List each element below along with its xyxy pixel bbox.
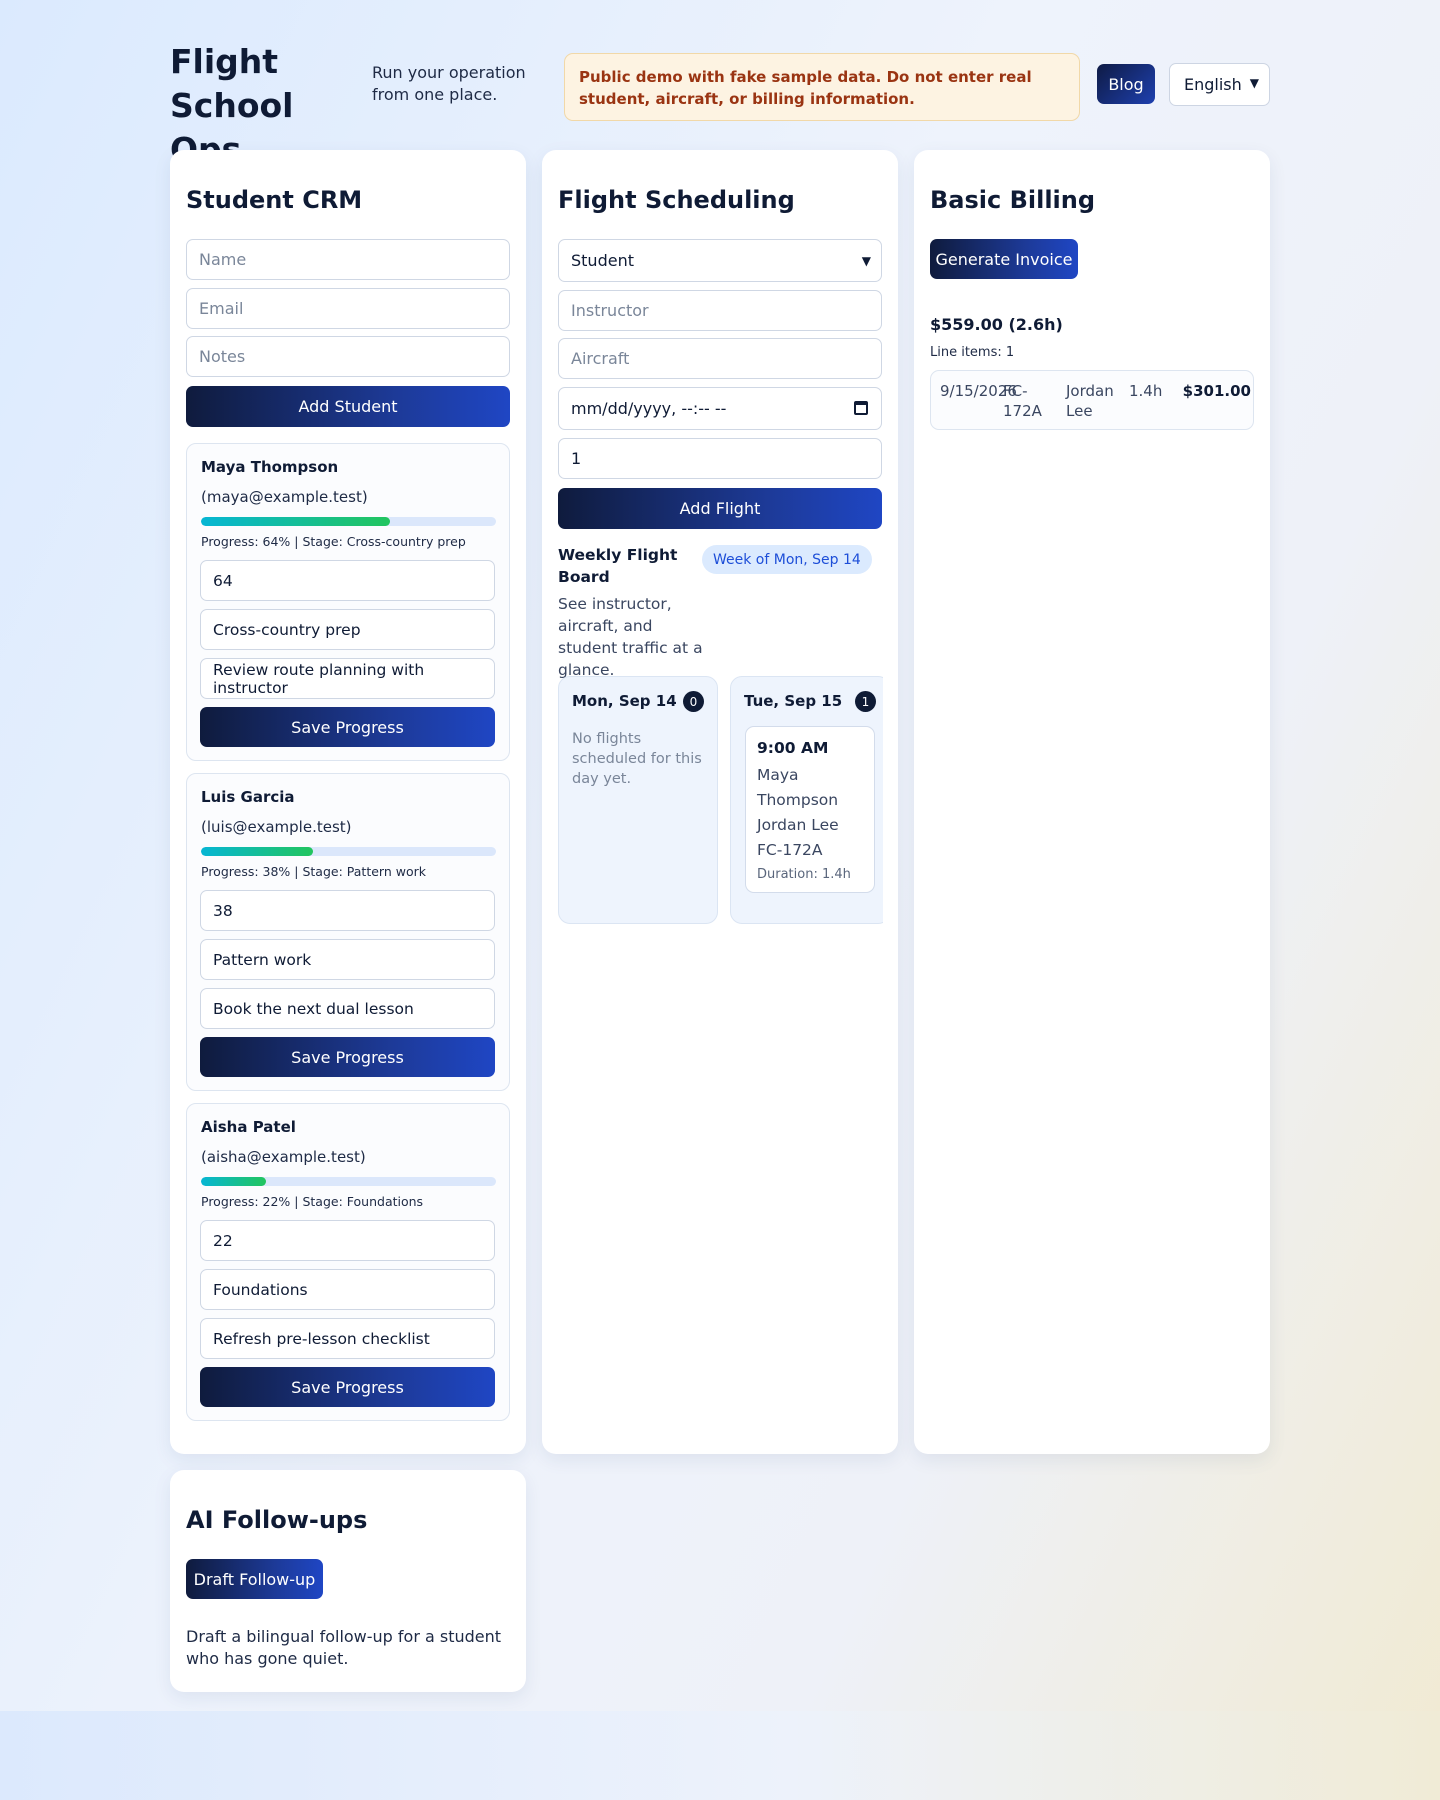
email-input[interactable]: Email [186, 288, 510, 329]
progress-fill [201, 847, 314, 856]
ai-description: Draft a bilingual follow-up for a studen… [186, 1627, 502, 1668]
instructor-input[interactable]: Instructor [558, 290, 882, 331]
save-progress-button[interactable]: Save Progress [200, 1037, 495, 1077]
student-card: Maya Thompson (maya@example.test) Progre… [186, 443, 510, 761]
day-name: Mon, Sep 14 [572, 692, 677, 710]
panel-title: Basic Billing [930, 186, 1096, 214]
draft-followup-button[interactable]: Draft Follow-up [186, 1559, 323, 1599]
weekly-flight-board[interactable]: Mon, Sep 14 0 No flights scheduled for t… [558, 676, 883, 926]
flight-card[interactable]: 9:00 AM Maya Thompson Jordan Lee FC-172A… [745, 726, 875, 893]
flight-student: Maya Thompson [757, 766, 839, 809]
line-items-count: Line items: 1 [930, 345, 1015, 360]
student-notes-input[interactable]: Book the next dual lesson [200, 988, 495, 1029]
student-notes-input[interactable]: Refresh pre-lesson checklist [200, 1318, 495, 1359]
student-email: (luis@example.test) [201, 818, 352, 836]
progress-input[interactable]: 38 [200, 890, 495, 931]
student-notes-input[interactable]: Review route planning with instructor [200, 658, 495, 699]
progress-fill [201, 1177, 266, 1186]
progress-input[interactable]: 64 [200, 560, 495, 601]
student-name: Maya Thompson [201, 458, 339, 476]
student-name: Luis Garcia [201, 788, 295, 806]
stage-input[interactable]: Pattern work [200, 939, 495, 980]
week-badge: Week of Mon, Sep 14 [702, 545, 872, 574]
day-name: Tue, Sep 15 [744, 692, 843, 710]
day-column: Mon, Sep 14 0 No flights scheduled for t… [558, 676, 718, 924]
line-aircraft: FC-172A [1003, 382, 1042, 420]
add-flight-button[interactable]: Add Flight [558, 488, 882, 529]
calendar-icon[interactable] [854, 401, 868, 415]
student-progress-text: Progress: 64% | Stage: Cross-country pre… [201, 534, 466, 549]
student-progress-text: Progress: 38% | Stage: Pattern work [201, 864, 426, 879]
ai-followups-panel: AI Follow-ups Draft Follow-up Draft a bi… [170, 1470, 526, 1692]
student-email: (aisha@example.test) [201, 1148, 366, 1166]
page: Flight School Ops Run your operation fro… [0, 0, 1440, 1800]
flight-count-badge: 0 [683, 691, 704, 712]
duration-input[interactable]: 1 [558, 438, 882, 479]
flight-instructor: Jordan Lee [757, 816, 839, 834]
flight-count-badge: 1 [855, 691, 876, 712]
panel-title: Flight Scheduling [558, 186, 795, 214]
chevron-down-icon: ▼ [1249, 76, 1259, 90]
stage-input[interactable]: Cross-country prep [200, 609, 495, 650]
progress-fill [201, 517, 390, 526]
notes-input[interactable]: Notes [186, 336, 510, 377]
student-select-value: Student [571, 251, 634, 270]
stage-input[interactable]: Foundations [200, 1269, 495, 1310]
invoice-total: $559.00 (2.6h) [930, 315, 1063, 334]
student-crm-panel: Student CRM Name Email Notes Add Student… [170, 150, 526, 1454]
billing-panel: Basic Billing Generate Invoice $559.00 (… [914, 150, 1270, 1454]
empty-day-text: No flights scheduled for this day yet. [572, 731, 702, 787]
app-tagline: Run your operation from one place. [372, 63, 526, 104]
language-select[interactable]: English ▼ [1169, 63, 1270, 106]
blog-button[interactable]: Blog [1097, 64, 1155, 104]
board-description: See instructor, aircraft, and student tr… [558, 595, 703, 679]
day-column: Tue, Sep 15 1 9:00 AM Maya Thompson Jord… [730, 676, 883, 924]
progress-bar [201, 847, 496, 856]
student-card: Aisha Patel (aisha@example.test) Progres… [186, 1103, 510, 1421]
chevron-down-icon: ▼ [861, 253, 871, 268]
flight-duration: Duration: 1.4h [757, 867, 851, 882]
line-amount: $301.00 [1182, 382, 1251, 400]
language-value: English [1184, 75, 1242, 94]
save-progress-button[interactable]: Save Progress [200, 707, 495, 747]
flight-scheduling-panel: Flight Scheduling Student ▼ Instructor A… [542, 150, 898, 1454]
line-instructor: Jordan Lee [1066, 382, 1114, 420]
invoice-line-item: 9/15/2026 FC-172A Jordan Lee 1.4h $301.0… [930, 370, 1254, 430]
name-input[interactable]: Name [186, 239, 510, 280]
panel-title: AI Follow-ups [186, 1506, 368, 1534]
app-header: Flight School Ops Run your operation fro… [170, 40, 1270, 169]
student-progress-text: Progress: 22% | Stage: Foundations [201, 1194, 424, 1209]
demo-notice: Public demo with fake sample data. Do no… [564, 53, 1080, 121]
student-select[interactable]: Student ▼ [558, 239, 882, 282]
student-card: Luis Garcia (luis@example.test) Progress… [186, 773, 510, 1091]
save-progress-button[interactable]: Save Progress [200, 1367, 495, 1407]
board-title: Weekly Flight Board [558, 546, 678, 586]
panel-title: Student CRM [186, 186, 363, 214]
progress-bar [201, 517, 496, 526]
datetime-placeholder: mm/dd/yyyy, --:-- -- [571, 399, 727, 418]
generate-invoice-button[interactable]: Generate Invoice [930, 239, 1078, 279]
flight-aircraft: FC-172A [757, 841, 823, 859]
aircraft-input[interactable]: Aircraft [558, 338, 882, 379]
flight-time: 9:00 AM [757, 739, 829, 757]
progress-bar [201, 1177, 496, 1186]
progress-input[interactable]: 22 [200, 1220, 495, 1261]
student-name: Aisha Patel [201, 1118, 296, 1136]
datetime-input[interactable]: mm/dd/yyyy, --:-- -- [558, 387, 882, 430]
student-email: (maya@example.test) [201, 488, 368, 506]
line-hours: 1.4h [1129, 382, 1163, 400]
add-student-button[interactable]: Add Student [186, 386, 510, 427]
